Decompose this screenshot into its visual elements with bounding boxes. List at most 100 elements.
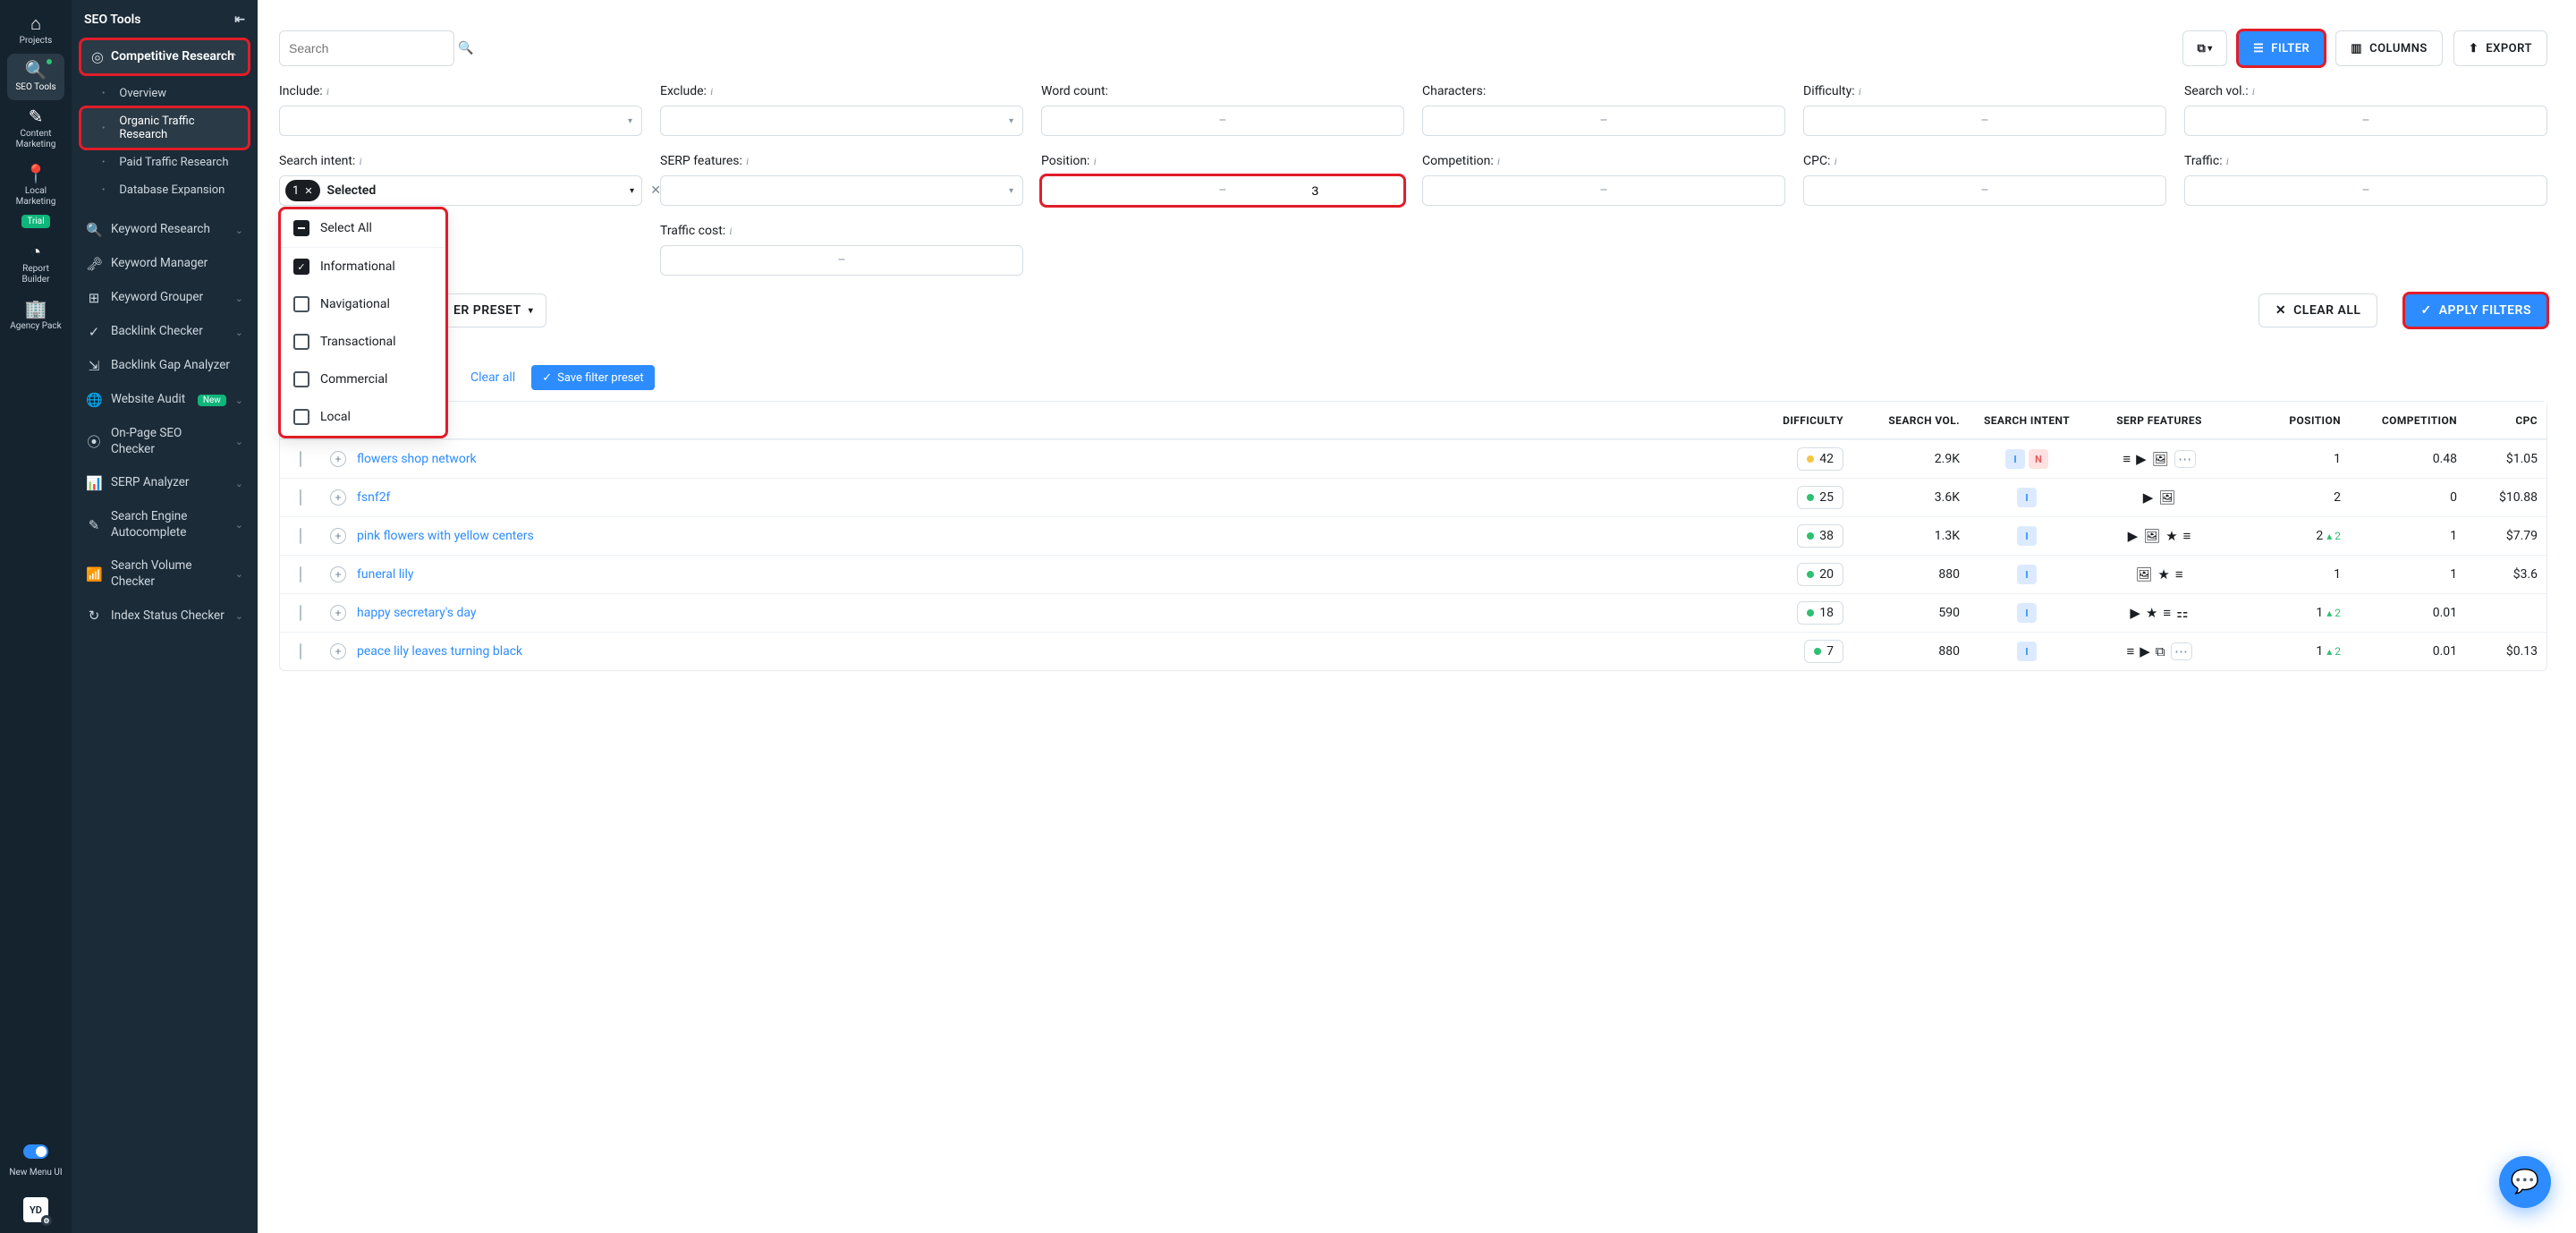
info-icon[interactable]: i xyxy=(710,85,713,98)
sidebar-sub-database-expansion[interactable]: Database Expansion xyxy=(80,176,249,204)
sidebar-sub-organic-traffic-research[interactable]: Organic Traffic Research xyxy=(80,107,249,149)
info-icon[interactable]: i xyxy=(359,155,361,168)
chat-button[interactable]: 💬 xyxy=(2499,1156,2551,1208)
sidebar-item-keyword-grouper[interactable]: ⊞Keyword Grouper⌄ xyxy=(72,281,258,315)
rail-item-agency-pack[interactable]: 🏢Agency Pack xyxy=(7,293,64,339)
info-icon[interactable]: i xyxy=(1859,85,1861,98)
info-icon[interactable]: i xyxy=(746,155,749,168)
rail-item-seo-tools[interactable]: 🔍SEO Tools xyxy=(7,54,64,100)
row-checkbox[interactable] xyxy=(300,643,301,659)
range-to-input[interactable] xyxy=(1608,183,1784,198)
info-icon[interactable]: i xyxy=(2252,85,2255,98)
collapse-sidebar-icon[interactable]: ⇤ xyxy=(234,13,245,27)
intent-option-select-all[interactable]: Select All xyxy=(281,209,445,248)
expand-row-icon[interactable]: + xyxy=(330,489,346,506)
intent-option-navigational[interactable]: Navigational xyxy=(281,285,445,323)
copy-button[interactable]: ⧉ ▾ xyxy=(2182,30,2227,66)
range-to-input[interactable] xyxy=(1989,183,2165,198)
range-to-input[interactable] xyxy=(2370,183,2546,198)
col-header[interactable]: SEARCH INTENT xyxy=(1969,407,2085,434)
clear-all-link[interactable]: Clear all xyxy=(470,370,515,385)
rail-item-projects[interactable]: ⌂Projects xyxy=(7,7,64,54)
rail-item-content-marketing[interactable]: ✎Content Marketing xyxy=(7,100,64,157)
columns-button[interactable]: ▥ COLUMNS xyxy=(2335,30,2443,66)
range-to-input[interactable] xyxy=(1227,114,1403,128)
range-from-input[interactable] xyxy=(1423,183,1599,198)
nav-group-competitive-research[interactable]: ◎ Competitive Research ⌃ xyxy=(80,39,249,74)
range-from-input[interactable] xyxy=(2185,183,2361,198)
clear-all-button[interactable]: ✕ CLEAR ALL xyxy=(2258,293,2378,327)
filter-select[interactable]: ▾ xyxy=(660,106,1023,136)
sidebar-item-serp-analyzer[interactable]: 📊SERP Analyzer⌄ xyxy=(72,466,258,500)
info-icon[interactable]: i xyxy=(1834,155,1836,168)
row-checkbox[interactable] xyxy=(300,451,301,467)
range-to-input[interactable] xyxy=(846,253,1022,268)
apply-filters-button[interactable]: ✓ APPLY FILTERS xyxy=(2404,293,2547,327)
keyword-link[interactable]: happy secretary's day xyxy=(357,606,477,620)
sidebar-sub-overview[interactable]: Overview xyxy=(80,80,249,107)
expand-row-icon[interactable]: + xyxy=(330,566,346,582)
info-icon[interactable]: i xyxy=(1093,155,1096,168)
rail-item-local-marketing[interactable]: 📍Local MarketingTrial xyxy=(7,157,64,235)
checkbox[interactable] xyxy=(293,409,309,425)
col-header[interactable] xyxy=(348,413,1734,428)
sidebar-item-index-status-checker[interactable]: ↻Index Status Checker⌄ xyxy=(72,599,258,633)
search-input[interactable] xyxy=(289,41,451,55)
rail-item-report-builder[interactable]: ◔Report Builder xyxy=(7,235,64,293)
expand-row-icon[interactable]: + xyxy=(330,605,346,621)
row-checkbox[interactable] xyxy=(300,566,301,582)
range-to-input[interactable] xyxy=(1989,114,2165,128)
expand-row-icon[interactable]: + xyxy=(330,451,346,467)
new-menu-toggle[interactable] xyxy=(23,1144,48,1159)
avatar[interactable]: YD ⚙ xyxy=(23,1197,48,1222)
range-to-input[interactable] xyxy=(1227,183,1403,198)
expand-row-icon[interactable]: + xyxy=(330,643,346,659)
sidebar-item-backlink-gap-analyzer[interactable]: ⇲Backlink Gap Analyzer xyxy=(72,349,258,383)
sidebar-item-website-audit[interactable]: 🌐Website AuditNew⌄ xyxy=(72,383,258,417)
info-icon[interactable]: i xyxy=(1497,155,1500,168)
col-header[interactable]: DIFFICULTY xyxy=(1734,407,1852,434)
sidebar-item-backlink-checker[interactable]: ✓Backlink Checker⌄ xyxy=(72,315,258,349)
range-from-input[interactable] xyxy=(1042,114,1218,128)
keyword-link[interactable]: funeral lily xyxy=(357,567,414,582)
export-button[interactable]: ⬆ EXPORT xyxy=(2453,30,2547,66)
keyword-link[interactable]: peace lily leaves turning black xyxy=(357,644,522,659)
sidebar-item-search-volume-checker[interactable]: 📶Search Volume Checker⌄ xyxy=(72,549,258,599)
col-header[interactable]: COMPETITION xyxy=(2350,407,2466,434)
intent-option-commercial[interactable]: Commercial xyxy=(281,361,445,398)
checkbox[interactable] xyxy=(293,220,309,236)
info-icon[interactable]: i xyxy=(2226,155,2229,168)
range-to-input[interactable] xyxy=(2370,114,2546,128)
search-input-wrap[interactable]: 🔍 xyxy=(279,30,454,66)
keyword-link[interactable]: pink flowers with yellow centers xyxy=(357,529,534,543)
range-from-input[interactable] xyxy=(2185,114,2361,128)
col-header[interactable]: POSITION xyxy=(2233,407,2350,434)
filter-preset-button[interactable]: ER PRESET ▾ xyxy=(440,293,547,327)
intent-option-local[interactable]: Local xyxy=(281,398,445,436)
range-from-input[interactable] xyxy=(1423,114,1599,128)
col-header[interactable]: CPC xyxy=(2466,407,2546,434)
checkbox[interactable]: ✓ xyxy=(293,259,309,275)
filter-button[interactable]: ☰ FILTER xyxy=(2238,30,2325,66)
save-filter-preset-button[interactable]: ✓ Save filter preset xyxy=(531,365,654,390)
row-checkbox[interactable] xyxy=(300,605,301,621)
checkbox[interactable] xyxy=(293,296,309,312)
chip-remove-icon[interactable]: ✕ xyxy=(304,185,312,197)
sidebar-item-keyword-research[interactable]: 🔍Keyword Research⌄ xyxy=(72,213,258,247)
keyword-link[interactable]: flowers shop network xyxy=(357,452,477,466)
filter-select[interactable]: ▾ xyxy=(660,175,1023,206)
range-from-input[interactable] xyxy=(661,253,837,268)
range-from-input[interactable] xyxy=(1804,183,1980,198)
info-icon[interactable]: i xyxy=(326,85,329,98)
keyword-link[interactable]: fsnf2f xyxy=(357,490,390,505)
row-checkbox[interactable] xyxy=(300,528,301,544)
col-header[interactable]: SEARCH VOL. xyxy=(1852,407,1969,434)
more-features-icon[interactable]: ⋯ xyxy=(2174,450,2196,468)
checkbox[interactable] xyxy=(293,371,309,387)
checkbox[interactable] xyxy=(293,334,309,350)
range-from-input[interactable] xyxy=(1042,183,1218,198)
range-from-input[interactable] xyxy=(1804,114,1980,128)
intent-option-transactional[interactable]: Transactional xyxy=(281,323,445,361)
intent-option-informational[interactable]: ✓Informational xyxy=(281,248,445,285)
sidebar-item-keyword-manager[interactable]: 🗝Keyword Manager xyxy=(72,247,258,281)
